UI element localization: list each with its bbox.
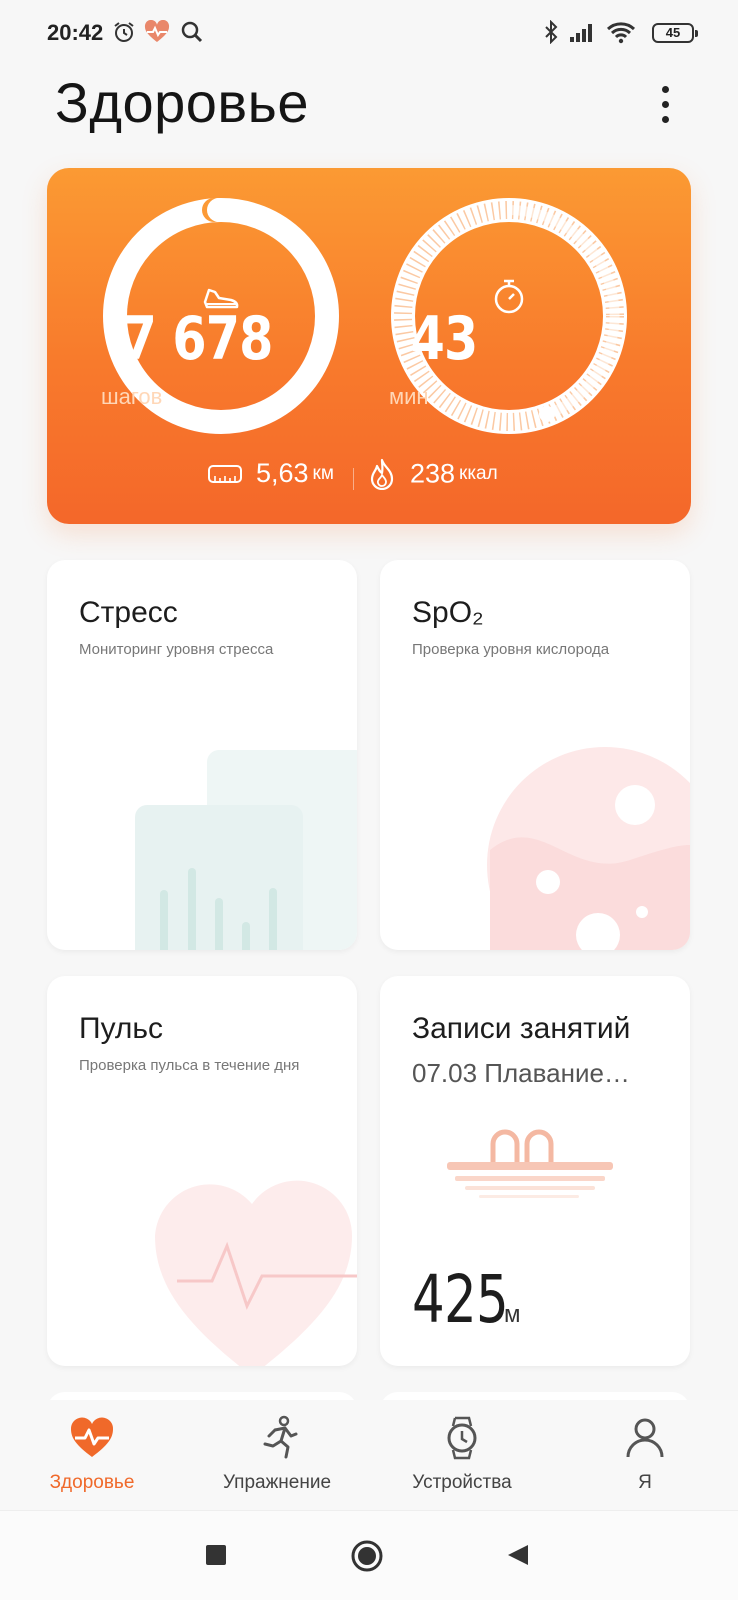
running-icon [263, 1415, 298, 1459]
pulse-description: Проверка пульса в течение дня [79, 1057, 300, 1074]
nav-exercise[interactable]: Упражнение [192, 1410, 362, 1505]
status-bar: 20:42 45 [0, 0, 738, 70]
workout-records-subtitle: 07.03 Плавание… [412, 1058, 630, 1088]
bluetooth-icon [545, 20, 558, 44]
active-minutes-value: 43 [410, 304, 479, 374]
stats-divider [353, 468, 354, 490]
page-title: Здоровье [55, 71, 310, 134]
activity-stats-row: 5,63 км 238 ккал [47, 458, 691, 498]
distance-value: 5,63 [255, 458, 309, 488]
status-time: 20:42 [47, 20, 104, 45]
nav-health[interactable]: Здоровье [7, 1410, 177, 1505]
workout-records-title: Записи занятий [412, 1012, 631, 1045]
workout-records-card[interactable]: Записи занятий 07.03 Плавание… 425 м [380, 976, 690, 1366]
spo2-description: Проверка уровня кислорода [412, 641, 610, 658]
profile-icon [626, 1418, 664, 1458]
alarm-icon [114, 22, 134, 42]
nav-health-label: Здоровье [49, 1472, 135, 1493]
swimming-pool-icon [447, 1129, 613, 1198]
health-app-icon [144, 20, 170, 42]
calories-value: 238 [409, 458, 456, 489]
more-options-button[interactable] [650, 80, 680, 130]
active-minutes-unit: мин [389, 384, 429, 409]
pulse-card[interactable]: Пульс Проверка пульса в течение дня [47, 976, 357, 1366]
spo2-title: SpO₂ [412, 596, 484, 629]
battery-indicator: 45 [652, 23, 698, 43]
activity-summary-card[interactable]: 7 678 шагов 43 мин 5,63 км 238 ккал [47, 168, 691, 524]
workout-distance-unit: м [504, 1301, 521, 1328]
nav-me[interactable]: Я [560, 1410, 730, 1505]
steps-unit: шагов [101, 384, 163, 409]
spo2-card[interactable]: SpO₂ Проверка уровня кислорода [380, 560, 690, 950]
signal-icon [570, 24, 592, 42]
distance-stat: 5,63 км [207, 458, 334, 498]
flame-icon [370, 458, 394, 491]
nav-exercise-label: Упражнение [222, 1472, 332, 1493]
steps-value: 7 678 [122, 304, 274, 374]
search-icon [181, 21, 203, 43]
stress-description: Мониторинг уровня стресса [79, 641, 274, 658]
back-triangle-icon[interactable] [506, 1543, 530, 1567]
pulse-title: Пульс [79, 1012, 164, 1045]
watch-icon [447, 1416, 477, 1460]
home-circle-icon[interactable] [350, 1539, 384, 1573]
wifi-icon [606, 22, 636, 44]
nav-me-label: Я [638, 1472, 652, 1493]
nav-devices[interactable]: Устройства [377, 1410, 547, 1505]
recents-square-icon[interactable] [205, 1544, 227, 1566]
steps-ring[interactable]: 7 678 шагов [101, 196, 341, 436]
more-vertical-icon [661, 86, 669, 93]
bottom-navigation: Здоровье Упражнение Устройства Я [0, 1400, 738, 1510]
stress-card[interactable]: Стресс Мониторинг уровня стресса [47, 560, 357, 950]
system-navigation-bar [0, 1510, 738, 1600]
nav-devices-label: Устройства [412, 1472, 512, 1493]
distance-unit: км [312, 462, 334, 484]
ruler-icon [208, 464, 242, 483]
health-heart-icon [70, 1417, 114, 1457]
calories-stat: 238 ккал [367, 458, 498, 498]
calories-unit: ккал [459, 463, 498, 484]
stress-title: Стресс [79, 596, 178, 629]
workout-distance-value: 425 [412, 1261, 509, 1338]
active-minutes-ring[interactable]: 43 мин [389, 196, 629, 436]
